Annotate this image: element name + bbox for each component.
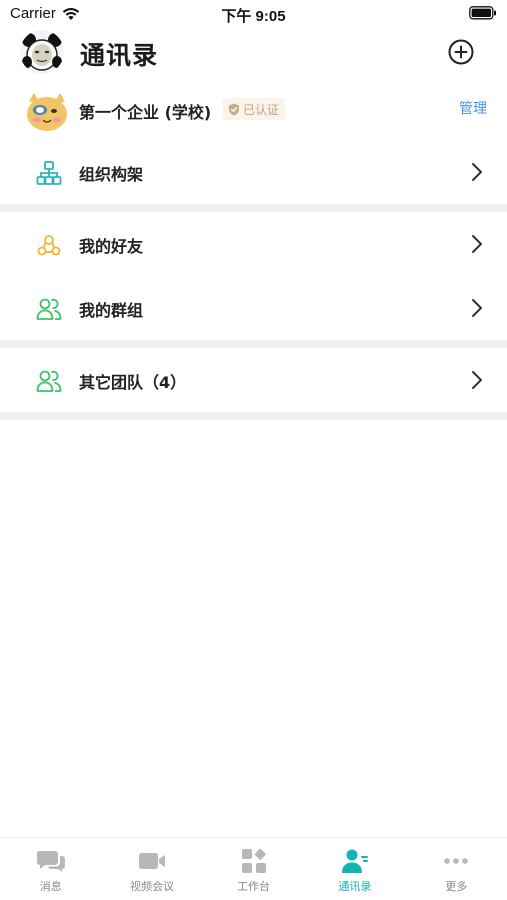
chevron-right-icon bbox=[472, 235, 482, 253]
tab-messages[interactable]: 消息 bbox=[0, 838, 101, 900]
company-avatar bbox=[24, 90, 70, 132]
tab-more[interactable]: 更多 bbox=[406, 838, 507, 900]
page-title: 通讯录 bbox=[80, 41, 159, 70]
status-bar: Carrier 下午 9:05 bbox=[0, 0, 507, 28]
tab-more-label: 更多 bbox=[445, 880, 468, 893]
company-row[interactable]: 第一个企业 (学校) 已认证 管理 bbox=[0, 86, 507, 136]
other-teams-row[interactable]: 其它团队（4） bbox=[0, 348, 507, 412]
tab-messages-label: 消息 bbox=[39, 880, 62, 893]
team-icon bbox=[36, 370, 62, 392]
tab-video-meeting-label: 视频会议 bbox=[130, 880, 175, 893]
org-structure-label: 组织构架 bbox=[79, 165, 144, 184]
my-friends-row[interactable]: 我的好友 bbox=[0, 212, 507, 276]
section-divider bbox=[0, 204, 507, 212]
company-name: 第一个企业 (学校) bbox=[79, 103, 212, 122]
section-divider bbox=[0, 412, 507, 420]
tab-video-meeting[interactable]: 视频会议 bbox=[101, 838, 202, 900]
more-dots-icon bbox=[444, 858, 469, 864]
section-divider bbox=[0, 340, 507, 348]
my-groups-label: 我的群组 bbox=[79, 301, 144, 320]
shield-check-icon bbox=[229, 103, 239, 115]
my-friends-label: 我的好友 bbox=[79, 237, 144, 256]
header: 通讯录 bbox=[0, 28, 507, 76]
chevron-right-icon bbox=[472, 163, 482, 181]
group-icon bbox=[36, 298, 62, 320]
verified-badge: 已认证 bbox=[223, 98, 286, 120]
tab-bar: 消息 视频会议 工作台 通讯录 更多 bbox=[0, 837, 507, 900]
status-time: 下午 9:05 bbox=[221, 8, 286, 25]
add-button[interactable] bbox=[447, 38, 475, 66]
my-groups-row[interactable]: 我的群组 bbox=[0, 276, 507, 340]
org-structure-row[interactable]: 组织构架 bbox=[0, 140, 507, 204]
verified-badge-label: 已认证 bbox=[243, 102, 280, 117]
user-avatar[interactable] bbox=[20, 30, 64, 74]
manage-link[interactable]: 管理 bbox=[459, 98, 487, 118]
contacts-icon bbox=[341, 849, 368, 873]
battery-icon bbox=[469, 6, 497, 24]
workbench-icon bbox=[241, 848, 266, 873]
org-chart-icon bbox=[36, 161, 62, 185]
other-teams-label: 其它团队（4） bbox=[79, 373, 187, 392]
chat-bubbles-icon bbox=[36, 851, 65, 872]
chevron-right-icon bbox=[472, 299, 482, 317]
tab-contacts-label: 通讯录 bbox=[338, 880, 372, 893]
tab-workbench[interactable]: 工作台 bbox=[203, 838, 304, 900]
tab-contacts[interactable]: 通讯录 bbox=[304, 838, 405, 900]
plus-circle-icon bbox=[448, 39, 474, 65]
tab-workbench-label: 工作台 bbox=[237, 880, 271, 893]
chevron-right-icon bbox=[472, 371, 482, 389]
friends-icon bbox=[37, 235, 61, 256]
video-camera-icon bbox=[139, 853, 166, 869]
